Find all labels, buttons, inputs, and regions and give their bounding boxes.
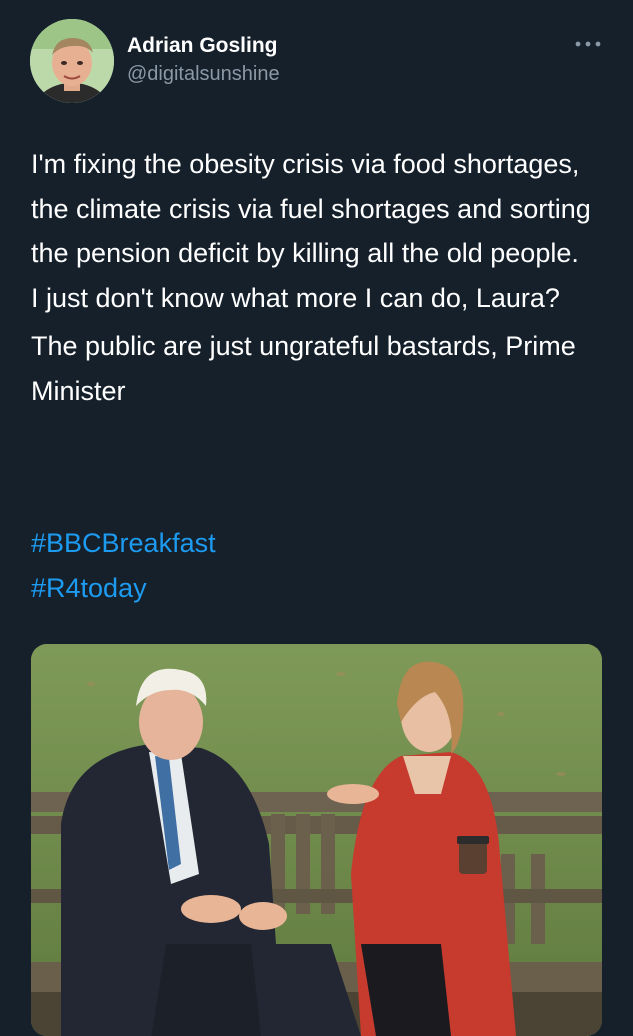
more-options-button[interactable] xyxy=(573,34,603,54)
author-name[interactable]: Adrian Gosling xyxy=(127,33,280,59)
hashtag-link[interactable]: #R4today xyxy=(31,566,216,611)
avatar[interactable] xyxy=(30,19,114,103)
tweet-paragraph: The public are just ungrateful bastards,… xyxy=(31,331,576,406)
hashtag-list: #BBCBreakfast #R4today xyxy=(31,521,216,611)
author-handle[interactable]: @digitalsunshine xyxy=(127,61,280,87)
tweet-paragraph: I'm fixing the obesity crisis via food s… xyxy=(31,149,591,313)
tweet-author[interactable]: Adrian Gosling @digitalsunshine xyxy=(127,33,280,87)
hashtag-link[interactable]: #BBCBreakfast xyxy=(31,521,216,566)
tweet-photo[interactable] xyxy=(31,644,602,1036)
tweet-text: I'm fixing the obesity crisis via food s… xyxy=(31,142,591,417)
more-horizontal-icon xyxy=(575,41,601,47)
avatar-image xyxy=(30,19,114,103)
photo-image xyxy=(31,644,602,1036)
